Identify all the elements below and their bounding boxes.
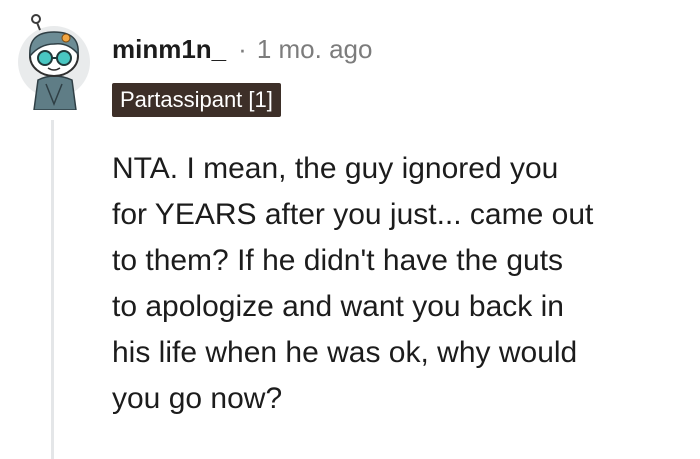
comment-body-line: to them? If he didn't have the guts	[112, 244, 564, 277]
user-avatar-icon[interactable]	[16, 14, 92, 111]
comment-body-line: NTA. I mean, the guy ignored you	[112, 152, 559, 185]
thread-collapse-line[interactable]	[51, 120, 54, 459]
comment-body-line: his life when he was ok, why would	[112, 336, 578, 369]
comment-body: NTA. I mean, the guy ignored you for YEA…	[112, 146, 692, 422]
user-flair-badge: Partassipant [1]	[112, 83, 281, 117]
comment-body-line: for YEARS after you just... came out	[112, 198, 594, 231]
meta-separator: ·	[238, 34, 247, 64]
comment-card: minm1n_ · 1 mo. ago Partassipant [1] NTA…	[0, 0, 700, 459]
username-link[interactable]: minm1n_	[112, 34, 226, 64]
comment-body-line: you go now?	[112, 382, 283, 415]
comment-body-line: to apologize and want you back in	[112, 290, 564, 323]
comment-timestamp[interactable]: 1 mo. ago	[257, 34, 373, 64]
comment-meta: minm1n_ · 1 mo. ago	[112, 34, 372, 64]
